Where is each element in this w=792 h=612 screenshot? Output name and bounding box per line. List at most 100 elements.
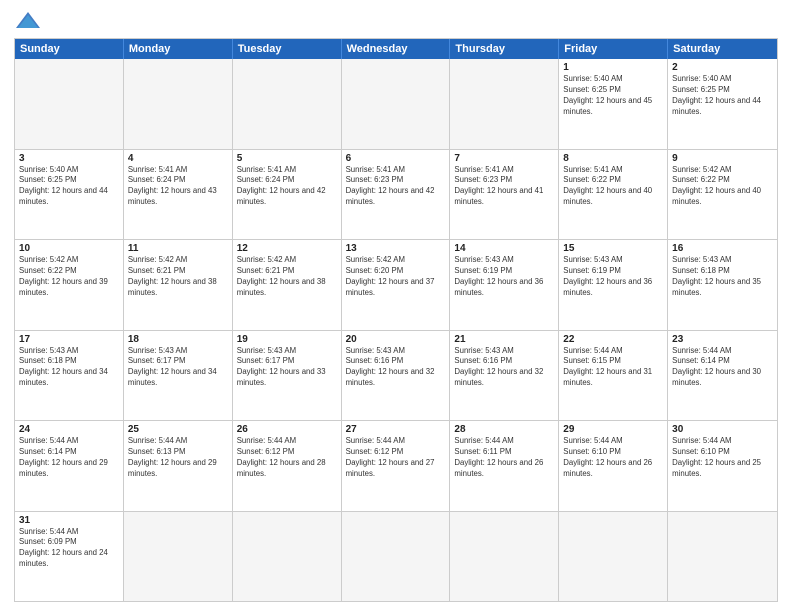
logo	[14, 10, 46, 32]
calendar-cell: 15Sunrise: 5:43 AM Sunset: 6:19 PM Dayli…	[559, 240, 668, 330]
day-number: 12	[237, 243, 337, 254]
calendar-cell: 25Sunrise: 5:44 AM Sunset: 6:13 PM Dayli…	[124, 421, 233, 511]
calendar-cell	[15, 59, 124, 149]
day-number: 2	[672, 62, 773, 73]
weekday-header-tuesday: Tuesday	[233, 39, 342, 59]
day-info: Sunrise: 5:44 AM Sunset: 6:13 PM Dayligh…	[128, 436, 228, 480]
calendar-row-3: 17Sunrise: 5:43 AM Sunset: 6:18 PM Dayli…	[15, 331, 777, 422]
calendar-cell: 2Sunrise: 5:40 AM Sunset: 6:25 PM Daylig…	[668, 59, 777, 149]
day-info: Sunrise: 5:41 AM Sunset: 6:22 PM Dayligh…	[563, 165, 663, 209]
calendar-cell: 29Sunrise: 5:44 AM Sunset: 6:10 PM Dayli…	[559, 421, 668, 511]
calendar-cell	[668, 512, 777, 602]
calendar-cell	[450, 59, 559, 149]
calendar-cell: 16Sunrise: 5:43 AM Sunset: 6:18 PM Dayli…	[668, 240, 777, 330]
day-info: Sunrise: 5:41 AM Sunset: 6:24 PM Dayligh…	[128, 165, 228, 209]
day-info: Sunrise: 5:44 AM Sunset: 6:10 PM Dayligh…	[672, 436, 773, 480]
calendar-cell: 19Sunrise: 5:43 AM Sunset: 6:17 PM Dayli…	[233, 331, 342, 421]
day-number: 27	[346, 424, 446, 435]
page: SundayMondayTuesdayWednesdayThursdayFrid…	[0, 0, 792, 612]
day-number: 15	[563, 243, 663, 254]
day-number: 24	[19, 424, 119, 435]
day-number: 11	[128, 243, 228, 254]
day-number: 13	[346, 243, 446, 254]
calendar-cell	[233, 512, 342, 602]
day-info: Sunrise: 5:43 AM Sunset: 6:19 PM Dayligh…	[563, 255, 663, 299]
calendar-header: SundayMondayTuesdayWednesdayThursdayFrid…	[15, 39, 777, 59]
calendar-cell: 5Sunrise: 5:41 AM Sunset: 6:24 PM Daylig…	[233, 150, 342, 240]
day-info: Sunrise: 5:44 AM Sunset: 6:15 PM Dayligh…	[563, 346, 663, 390]
day-info: Sunrise: 5:44 AM Sunset: 6:10 PM Dayligh…	[563, 436, 663, 480]
day-number: 8	[563, 153, 663, 164]
day-info: Sunrise: 5:44 AM Sunset: 6:14 PM Dayligh…	[19, 436, 119, 480]
calendar-cell	[233, 59, 342, 149]
day-info: Sunrise: 5:40 AM Sunset: 6:25 PM Dayligh…	[563, 74, 663, 118]
day-info: Sunrise: 5:42 AM Sunset: 6:22 PM Dayligh…	[672, 165, 773, 209]
calendar-row-1: 3Sunrise: 5:40 AM Sunset: 6:25 PM Daylig…	[15, 150, 777, 241]
day-info: Sunrise: 5:41 AM Sunset: 6:23 PM Dayligh…	[346, 165, 446, 209]
day-number: 23	[672, 334, 773, 345]
calendar-cell: 14Sunrise: 5:43 AM Sunset: 6:19 PM Dayli…	[450, 240, 559, 330]
day-info: Sunrise: 5:43 AM Sunset: 6:16 PM Dayligh…	[346, 346, 446, 390]
calendar-cell: 27Sunrise: 5:44 AM Sunset: 6:12 PM Dayli…	[342, 421, 451, 511]
calendar-cell: 26Sunrise: 5:44 AM Sunset: 6:12 PM Dayli…	[233, 421, 342, 511]
day-info: Sunrise: 5:44 AM Sunset: 6:12 PM Dayligh…	[237, 436, 337, 480]
day-info: Sunrise: 5:44 AM Sunset: 6:14 PM Dayligh…	[672, 346, 773, 390]
calendar-cell	[124, 512, 233, 602]
calendar: SundayMondayTuesdayWednesdayThursdayFrid…	[14, 38, 778, 602]
weekday-header-sunday: Sunday	[15, 39, 124, 59]
day-number: 18	[128, 334, 228, 345]
calendar-cell: 21Sunrise: 5:43 AM Sunset: 6:16 PM Dayli…	[450, 331, 559, 421]
calendar-cell: 4Sunrise: 5:41 AM Sunset: 6:24 PM Daylig…	[124, 150, 233, 240]
calendar-row-4: 24Sunrise: 5:44 AM Sunset: 6:14 PM Dayli…	[15, 421, 777, 512]
day-info: Sunrise: 5:43 AM Sunset: 6:18 PM Dayligh…	[19, 346, 119, 390]
calendar-body: 1Sunrise: 5:40 AM Sunset: 6:25 PM Daylig…	[15, 59, 777, 601]
calendar-cell: 6Sunrise: 5:41 AM Sunset: 6:23 PM Daylig…	[342, 150, 451, 240]
calendar-row-5: 31Sunrise: 5:44 AM Sunset: 6:09 PM Dayli…	[15, 512, 777, 602]
calendar-cell: 10Sunrise: 5:42 AM Sunset: 6:22 PM Dayli…	[15, 240, 124, 330]
weekday-header-saturday: Saturday	[668, 39, 777, 59]
day-number: 20	[346, 334, 446, 345]
day-number: 9	[672, 153, 773, 164]
calendar-cell: 9Sunrise: 5:42 AM Sunset: 6:22 PM Daylig…	[668, 150, 777, 240]
calendar-cell: 12Sunrise: 5:42 AM Sunset: 6:21 PM Dayli…	[233, 240, 342, 330]
weekday-header-monday: Monday	[124, 39, 233, 59]
day-info: Sunrise: 5:42 AM Sunset: 6:22 PM Dayligh…	[19, 255, 119, 299]
day-number: 29	[563, 424, 663, 435]
calendar-cell: 24Sunrise: 5:44 AM Sunset: 6:14 PM Dayli…	[15, 421, 124, 511]
calendar-cell: 31Sunrise: 5:44 AM Sunset: 6:09 PM Dayli…	[15, 512, 124, 602]
day-number: 3	[19, 153, 119, 164]
day-info: Sunrise: 5:40 AM Sunset: 6:25 PM Dayligh…	[19, 165, 119, 209]
day-info: Sunrise: 5:43 AM Sunset: 6:16 PM Dayligh…	[454, 346, 554, 390]
calendar-cell: 23Sunrise: 5:44 AM Sunset: 6:14 PM Dayli…	[668, 331, 777, 421]
day-number: 4	[128, 153, 228, 164]
day-info: Sunrise: 5:44 AM Sunset: 6:11 PM Dayligh…	[454, 436, 554, 480]
day-info: Sunrise: 5:41 AM Sunset: 6:23 PM Dayligh…	[454, 165, 554, 209]
day-number: 22	[563, 334, 663, 345]
day-number: 30	[672, 424, 773, 435]
calendar-cell	[559, 512, 668, 602]
calendar-row-0: 1Sunrise: 5:40 AM Sunset: 6:25 PM Daylig…	[15, 59, 777, 150]
calendar-cell: 17Sunrise: 5:43 AM Sunset: 6:18 PM Dayli…	[15, 331, 124, 421]
day-number: 28	[454, 424, 554, 435]
calendar-cell	[342, 59, 451, 149]
day-info: Sunrise: 5:44 AM Sunset: 6:09 PM Dayligh…	[19, 527, 119, 571]
calendar-cell: 28Sunrise: 5:44 AM Sunset: 6:11 PM Dayli…	[450, 421, 559, 511]
calendar-cell: 22Sunrise: 5:44 AM Sunset: 6:15 PM Dayli…	[559, 331, 668, 421]
day-info: Sunrise: 5:41 AM Sunset: 6:24 PM Dayligh…	[237, 165, 337, 209]
day-number: 25	[128, 424, 228, 435]
day-number: 6	[346, 153, 446, 164]
calendar-row-2: 10Sunrise: 5:42 AM Sunset: 6:22 PM Dayli…	[15, 240, 777, 331]
calendar-cell: 7Sunrise: 5:41 AM Sunset: 6:23 PM Daylig…	[450, 150, 559, 240]
calendar-cell: 11Sunrise: 5:42 AM Sunset: 6:21 PM Dayli…	[124, 240, 233, 330]
weekday-header-thursday: Thursday	[450, 39, 559, 59]
calendar-cell: 3Sunrise: 5:40 AM Sunset: 6:25 PM Daylig…	[15, 150, 124, 240]
calendar-cell	[450, 512, 559, 602]
day-info: Sunrise: 5:40 AM Sunset: 6:25 PM Dayligh…	[672, 74, 773, 118]
day-number: 19	[237, 334, 337, 345]
day-number: 26	[237, 424, 337, 435]
day-info: Sunrise: 5:43 AM Sunset: 6:17 PM Dayligh…	[128, 346, 228, 390]
weekday-header-wednesday: Wednesday	[342, 39, 451, 59]
day-info: Sunrise: 5:42 AM Sunset: 6:20 PM Dayligh…	[346, 255, 446, 299]
calendar-cell: 20Sunrise: 5:43 AM Sunset: 6:16 PM Dayli…	[342, 331, 451, 421]
calendar-cell: 18Sunrise: 5:43 AM Sunset: 6:17 PM Dayli…	[124, 331, 233, 421]
